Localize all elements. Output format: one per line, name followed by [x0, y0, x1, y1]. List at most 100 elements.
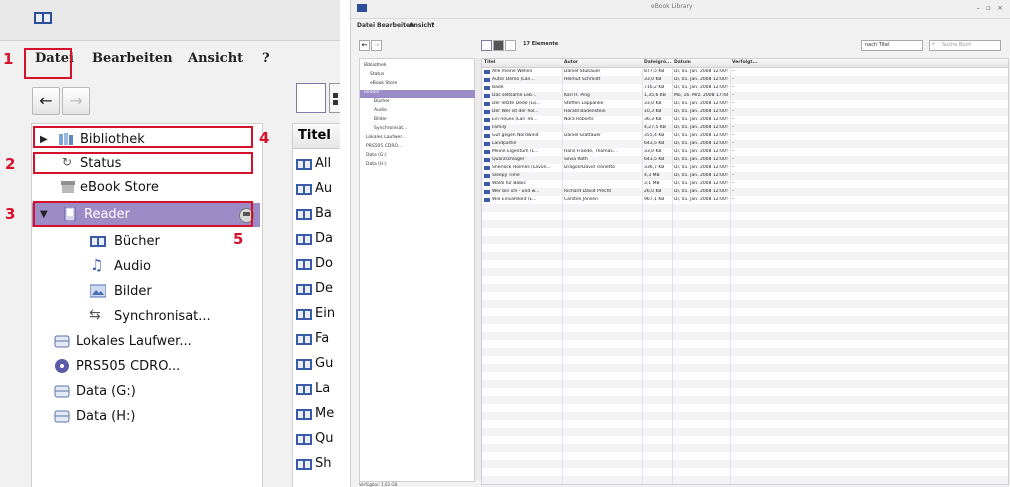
table-row[interactable] [482, 332, 1008, 340]
list-item[interactable]: Ein [293, 302, 340, 326]
grid-view-button[interactable] [329, 83, 340, 113]
list-item[interactable]: Me [293, 402, 340, 426]
table-row[interactable] [482, 364, 1008, 372]
tree-item[interactable]: PRS505 CDRO... [360, 144, 478, 152]
table-row[interactable] [482, 284, 1008, 292]
table-row[interactable]: Sherlock Holmes (Lavon... Dragon/David Tr… [482, 164, 1008, 172]
tree-item-books[interactable]: Bücher [32, 230, 260, 254]
table-row[interactable] [482, 372, 1008, 380]
list-item[interactable]: Do [293, 252, 340, 276]
table-row[interactable] [482, 308, 1008, 316]
table-row[interactable]: Meine Eigentum (L... Hans Fraede, Thomas.… [482, 148, 1008, 156]
table-row[interactable] [482, 236, 1008, 244]
table-row[interactable] [482, 340, 1008, 348]
table-row[interactable]: Sleepy Time 4,3 MB Di, 01. Jan. 2008 12:00… [482, 172, 1008, 180]
column-header-title[interactable]: Titel [293, 124, 340, 149]
tree-item[interactable]: Lokales Laufwer... [360, 135, 478, 143]
tree-item-ebook-store[interactable]: eBook Store [32, 176, 260, 200]
table-row[interactable]: Der Wer ist der hol... Harald Badenstein 1… [482, 108, 1008, 116]
window-controls[interactable]: – ▫ × [976, 4, 1005, 12]
table-row[interactable]: Waldi für Bobis 3,1 MB Di, 01. Jan. 2008 1… [482, 180, 1008, 188]
table-row[interactable] [482, 396, 1008, 404]
table-row[interactable]: Quarzschläger Silvia Roth 643,5 KB Di, 01. … [482, 156, 1008, 164]
search-field-dropdown[interactable]: nach Titel [861, 40, 923, 51]
menu-edit[interactable]: Bearbeiten [92, 51, 173, 66]
table-row[interactable] [482, 228, 1008, 236]
list-item[interactable]: All [293, 152, 340, 176]
list-item[interactable]: Au [293, 177, 340, 201]
tree-item[interactable]: Bilder [360, 117, 486, 125]
table-row[interactable] [482, 348, 1008, 356]
table-row[interactable] [482, 380, 1008, 388]
menu-file[interactable]: Datei [357, 22, 375, 29]
table-row[interactable] [482, 460, 1008, 468]
tree-item-audio[interactable]: ♫ Audio [32, 255, 260, 279]
table-row[interactable] [482, 436, 1008, 444]
back-button[interactable]: ← [32, 87, 60, 115]
table-row[interactable] [482, 388, 1008, 396]
table-row[interactable] [482, 468, 1008, 476]
table-row[interactable]: Landpartie 643,5 KB Di, 01. Jan. 2008 12:0… [482, 140, 1008, 148]
table-row[interactable] [482, 300, 1008, 308]
table-row[interactable] [482, 356, 1008, 364]
tree-item[interactable]: Reader [360, 90, 476, 98]
menu-help[interactable]: ? [262, 51, 270, 66]
table-row[interactable] [482, 292, 1008, 300]
table-row[interactable] [482, 420, 1008, 428]
table-row[interactable] [482, 324, 1008, 332]
column-header[interactable]: Titel [482, 59, 563, 68]
table-row[interactable]: Das seltsame Leb... Karl H. Ping 1,35,6 KB… [482, 92, 1008, 100]
menu-view[interactable]: Ansicht [188, 51, 243, 66]
table-row[interactable] [482, 444, 1008, 452]
tree-item[interactable]: Data (G:) [360, 153, 478, 161]
table-row[interactable] [482, 252, 1008, 260]
tree-item-cdrom[interactable]: PRS505 CDRO... [32, 355, 260, 379]
table-row[interactable]: Ein neues (Lan Tre... Nora Roberts 36,3 KB… [482, 116, 1008, 124]
column-header[interactable]: Verfolgt... [730, 59, 1008, 68]
column-header[interactable]: Datum [672, 59, 731, 68]
table-row[interactable] [482, 204, 1008, 212]
table-row[interactable]: Wer bin ich - und w... Richard David Prec… [482, 188, 1008, 196]
tree-item[interactable]: Audio [360, 108, 486, 116]
table-row[interactable] [482, 412, 1008, 420]
detail-view-button[interactable] [505, 40, 516, 51]
list-item[interactable]: La [293, 377, 340, 401]
table-row[interactable] [482, 452, 1008, 460]
table-row[interactable] [482, 316, 1008, 324]
tree-item-sync[interactable]: ⇆ Synchronisat... [32, 305, 260, 329]
forward-button[interactable]: → [62, 87, 90, 115]
table-row[interactable]: Family 4,27,5 KB Di, 01. Jan. 2008 12:00:0… [482, 124, 1008, 132]
table-row[interactable]: Wie Einsamkeit (L... Carsten Jensen 967,1 … [482, 196, 1008, 204]
back-button[interactable]: ← [359, 40, 370, 51]
column-header[interactable]: Autor [562, 59, 643, 68]
list-item[interactable]: De [293, 277, 340, 301]
table-row[interactable] [482, 220, 1008, 228]
tree-item[interactable]: Data (H:) [360, 162, 478, 170]
table-row[interactable] [482, 428, 1008, 436]
table-row[interactable] [482, 260, 1008, 268]
table-row[interactable] [482, 476, 1008, 484]
table-row[interactable]: Alle meine Wellen Daniel Stußauer 877,5 KB… [482, 68, 1008, 76]
list-item[interactable]: Qu [293, 427, 340, 451]
tree-item-data-g[interactable]: Data (G:) [32, 380, 260, 404]
list-item[interactable]: Gu [293, 352, 340, 376]
tree-item[interactable]: Bibliothek [360, 63, 476, 71]
table-row[interactable] [482, 244, 1008, 252]
list-view-button[interactable] [296, 83, 326, 113]
table-row[interactable]: Gut gegen Nordwind Daniel Glattauer 355,4 … [482, 132, 1008, 140]
list-item[interactable]: Fa [293, 327, 340, 351]
tree-item-data-h[interactable]: Data (H:) [32, 405, 260, 429]
list-view-button[interactable] [481, 40, 492, 51]
menu-help[interactable]: ? [431, 22, 434, 29]
tree-item-local-drive[interactable]: Lokales Laufwer... [32, 330, 260, 354]
tree-item[interactable]: Synchronisat... [360, 126, 486, 134]
column-header[interactable]: Dateigrö... [642, 59, 673, 68]
table-row[interactable]: Bade 716,2 KB Di, 01. Jan. 2008 12:00:00– [482, 84, 1008, 92]
list-item[interactable]: Sh [293, 452, 340, 476]
tree-item[interactable]: Bücher [360, 99, 486, 107]
search-input[interactable]: ⌕ Suche Buch [929, 40, 1001, 51]
table-row[interactable]: Autor Demo (Lan... Helmut Schmidt 33,0 KB D… [482, 76, 1008, 84]
list-item[interactable]: Ba [293, 202, 340, 226]
table-row[interactable] [482, 268, 1008, 276]
list-item[interactable]: Da [293, 227, 340, 251]
